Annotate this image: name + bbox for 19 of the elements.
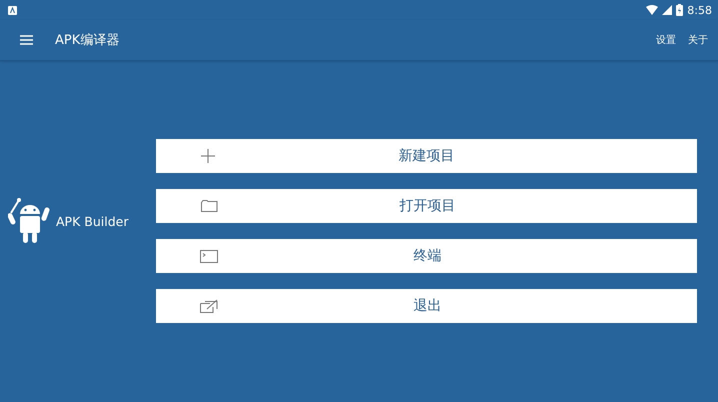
plus-icon xyxy=(200,148,216,164)
battery-icon xyxy=(676,4,684,16)
toolbar-action[interactable]: 设置 xyxy=(644,33,676,47)
toolbar-action[interactable]: 关于 xyxy=(676,33,708,47)
folder-icon xyxy=(200,199,218,213)
wifi-icon xyxy=(646,5,658,15)
terminal-icon xyxy=(200,250,218,262)
menu-item[interactable]: 终端 xyxy=(156,239,697,273)
menu-item[interactable]: 打开项目 xyxy=(156,189,697,223)
menu-item[interactable]: 退出 xyxy=(156,289,697,323)
android-robot-icon xyxy=(8,197,50,245)
menu-icon[interactable] xyxy=(20,35,33,45)
clock-time: 8:58 xyxy=(687,4,712,16)
notification-icon xyxy=(8,6,17,14)
external-window-icon xyxy=(200,299,218,313)
brand-name: APK Builder xyxy=(56,214,128,228)
signal-icon xyxy=(662,5,672,15)
menu-item[interactable]: 新建项目 xyxy=(156,139,697,173)
app-title: APK编译器 xyxy=(55,32,120,49)
